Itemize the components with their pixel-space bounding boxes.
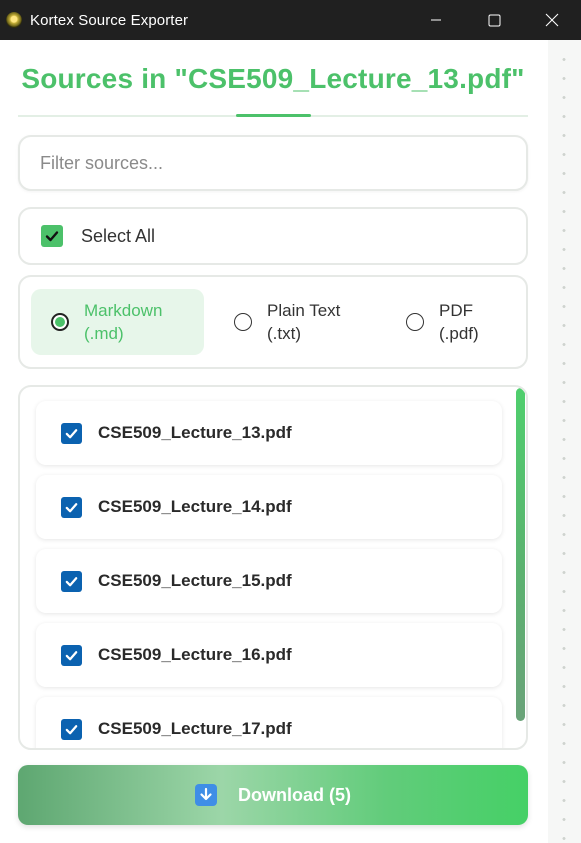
format-label-pdf: PDF (.pdf) <box>439 299 479 345</box>
file-name: CSE509_Lecture_15.pdf <box>98 571 292 590</box>
select-all-checkbox[interactable] <box>41 225 63 247</box>
select-all-row[interactable]: Select All <box>18 207 528 265</box>
format-pdf-ext: (.pdf) <box>439 324 479 343</box>
file-name: CSE509_Lecture_13.pdf <box>98 423 292 442</box>
filter-sources-input[interactable] <box>20 137 526 189</box>
file-checkbox[interactable] <box>61 422 82 444</box>
checkmark-icon <box>65 502 78 512</box>
page-title: Sources in "CSE509_Lecture_13.pdf" <box>21 63 525 94</box>
format-pdf-name: PDF <box>439 301 473 320</box>
checkmark-icon <box>65 428 78 438</box>
file-name: CSE509_Lecture_17.pdf <box>98 719 292 738</box>
file-name: CSE509_Lecture_16.pdf <box>98 645 292 664</box>
window-controls <box>407 0 581 40</box>
file-checkbox[interactable] <box>61 496 82 518</box>
format-options: Markdown (.md) Plain Text (.txt) PDF (.p… <box>18 275 528 369</box>
pdf-radio[interactable] <box>406 313 424 331</box>
minimize-button[interactable] <box>407 0 465 40</box>
file-checkbox[interactable] <box>61 570 82 592</box>
list-item[interactable]: CSE509_Lecture_15.pdf <box>36 549 502 613</box>
list-item[interactable]: CSE509_Lecture_14.pdf <box>36 475 502 539</box>
format-plain-text-ext: (.txt) <box>267 324 301 343</box>
download-label: Download (5) <box>238 784 351 805</box>
download-button[interactable]: Download (5) <box>18 765 528 825</box>
format-label-markdown: Markdown (.md) <box>84 299 162 345</box>
sources-list[interactable]: CSE509_Lecture_13.pdf CSE509_Lecture_14.… <box>18 385 528 750</box>
format-plain-text-name: Plain Text <box>267 301 341 320</box>
list-item[interactable]: CSE509_Lecture_16.pdf <box>36 623 502 687</box>
app-icon <box>6 12 22 28</box>
download-arrow-icon <box>195 784 217 806</box>
title-bar: Kortex Source Exporter <box>0 0 581 40</box>
checkmark-icon <box>65 650 78 660</box>
checkmark-icon <box>45 231 59 242</box>
plain-text-radio[interactable] <box>234 313 252 331</box>
format-option-plain-text[interactable]: Plain Text (.txt) <box>223 289 383 355</box>
select-all-label: Select All <box>81 225 156 246</box>
close-icon <box>545 13 559 27</box>
maximize-button[interactable] <box>465 0 523 40</box>
title-accent-bar <box>236 114 311 117</box>
list-item[interactable]: CSE509_Lecture_17.pdf <box>36 697 502 748</box>
window-scrollbar[interactable] <box>548 40 581 843</box>
checkmark-icon <box>65 576 78 586</box>
markdown-radio[interactable] <box>51 313 69 331</box>
file-checkbox[interactable] <box>61 644 82 666</box>
window-title: Kortex Source Exporter <box>30 11 189 29</box>
scrollbar-track-dots <box>562 50 566 840</box>
maximize-icon <box>488 14 500 26</box>
list-scrollbar-thumb[interactable] <box>516 388 525 721</box>
format-option-markdown[interactable]: Markdown (.md) <box>31 289 204 355</box>
checkmark-icon <box>65 724 78 734</box>
file-checkbox[interactable] <box>61 718 82 740</box>
file-name: CSE509_Lecture_14.pdf <box>98 497 292 516</box>
format-markdown-name: Markdown <box>84 301 163 320</box>
list-item[interactable]: CSE509_Lecture_13.pdf <box>36 401 502 465</box>
format-markdown-ext: (.md) <box>84 324 124 343</box>
close-button[interactable] <box>523 0 581 40</box>
format-option-pdf[interactable]: PDF (.pdf) <box>395 289 515 355</box>
minimize-icon <box>431 19 441 21</box>
format-label-plain-text: Plain Text (.txt) <box>267 299 340 345</box>
filter-container <box>18 135 528 191</box>
